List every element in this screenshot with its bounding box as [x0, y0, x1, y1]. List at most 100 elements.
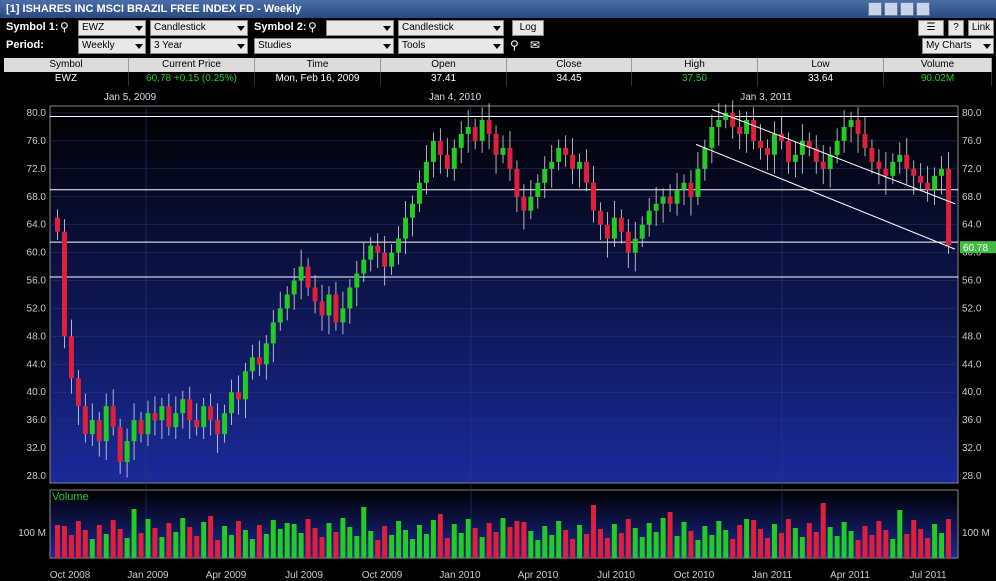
- chat-icon[interactable]: ✉: [530, 38, 540, 52]
- col-header: Open: [381, 58, 507, 72]
- candle: [347, 287, 353, 309]
- volume-bar: [841, 522, 847, 558]
- candle: [173, 413, 179, 428]
- volume-bar: [361, 507, 367, 558]
- range-select[interactable]: 3 Year: [150, 38, 248, 54]
- candle: [625, 231, 631, 253]
- col-header: Volume: [884, 58, 992, 72]
- candle: [563, 147, 569, 155]
- x-axis-label: Jan 2011: [752, 570, 793, 581]
- candle: [361, 259, 367, 274]
- chart-area[interactable]: 80.0 80.0 76.0 76.0 72.0 72.0 68.0 68.0 64.0 64.0…: [0, 88, 996, 581]
- candle: [166, 406, 172, 428]
- candle: [368, 245, 374, 260]
- candle: [521, 196, 527, 211]
- volume-bar: [347, 527, 353, 558]
- candle: [354, 273, 360, 288]
- candle: [61, 231, 67, 337]
- volume-bar: [514, 521, 520, 558]
- candle: [632, 238, 638, 253]
- candle: [883, 168, 889, 176]
- volume-bar: [611, 524, 617, 558]
- volume-bar: [695, 540, 701, 558]
- y-tick-label-left: 28.0: [27, 471, 47, 482]
- candle: [772, 133, 777, 155]
- help-button[interactable]: ?: [948, 20, 964, 36]
- candle: [848, 119, 854, 127]
- volume-bar: [479, 537, 485, 558]
- col-header: High: [632, 58, 758, 72]
- chart-type2-select[interactable]: Candlestick: [398, 20, 504, 36]
- zoom-icon[interactable]: ⚲: [510, 38, 519, 52]
- volume-bar: [472, 528, 478, 558]
- volume-bar: [493, 532, 499, 558]
- volume-bar: [737, 525, 743, 558]
- volume-bar: [145, 519, 151, 558]
- symbol1-input[interactable]: EWZ: [78, 20, 146, 36]
- volume-bar: [939, 533, 945, 558]
- volume-bar: [778, 533, 784, 558]
- y-tick-label-right: 68.0: [962, 192, 982, 203]
- candle: [660, 196, 666, 204]
- log-button[interactable]: Log: [512, 20, 544, 36]
- candle: [946, 168, 951, 246]
- candle: [688, 182, 694, 197]
- minimize-button[interactable]: [868, 2, 882, 16]
- price-chart[interactable]: 80.0 80.0 76.0 76.0 72.0 72.0 68.0 68.0 64.0 64.0…: [0, 88, 996, 581]
- my-charts-select[interactable]: My Charts: [922, 38, 994, 54]
- close-button[interactable]: [916, 2, 930, 16]
- chart-type1-select[interactable]: Candlestick: [150, 20, 248, 36]
- volume-bar: [646, 523, 652, 558]
- volume-bar: [416, 525, 422, 558]
- volume-bar: [820, 503, 826, 558]
- volume-bar: [458, 533, 464, 558]
- top-date-label: Jan 5, 2009: [104, 92, 157, 103]
- candle: [918, 175, 924, 183]
- volume-bar: [437, 514, 443, 558]
- volume-bar: [688, 531, 694, 558]
- candle: [249, 357, 255, 372]
- search-icon-2[interactable]: ⚲: [308, 20, 317, 34]
- volume-bar: [744, 519, 750, 558]
- candle: [403, 217, 409, 239]
- volume-bar: [911, 520, 917, 558]
- volume-bar: [890, 539, 896, 558]
- volume-bar: [604, 538, 610, 558]
- y-tick-label-left: 64.0: [27, 220, 47, 231]
- volume-bar: [570, 539, 576, 558]
- top-date-label: Jan 3, 2011: [740, 92, 792, 103]
- candle: [862, 133, 868, 148]
- candle: [591, 182, 596, 211]
- volume-bar: [194, 536, 200, 558]
- volume-bar: [451, 524, 457, 558]
- candle: [542, 168, 548, 183]
- candle: [416, 182, 422, 204]
- volume-bar: [827, 527, 833, 558]
- x-axis-label: Jan 2009: [127, 570, 169, 581]
- search-icon[interactable]: ⚲: [60, 20, 69, 34]
- volume-bar: [382, 526, 388, 558]
- candle: [897, 154, 903, 162]
- volume-bar: [946, 519, 951, 558]
- volume-bar: [166, 523, 172, 558]
- candle: [444, 154, 450, 169]
- volume-bar: [702, 526, 708, 558]
- volume-bar: [444, 538, 450, 558]
- x-axis-label: Apr 2011: [830, 570, 870, 581]
- restore-button[interactable]: [900, 2, 914, 16]
- period-select[interactable]: Weekly: [78, 38, 146, 54]
- volume-bar: [897, 510, 903, 558]
- symbol2-input[interactable]: [326, 20, 394, 36]
- menu-button[interactable]: ☰: [918, 20, 944, 36]
- link-button[interactable]: Link: [968, 20, 994, 36]
- volume-bar: [932, 524, 938, 558]
- quote-time: Mon, Feb 16, 2009: [255, 72, 381, 86]
- volume-bar: [159, 537, 165, 558]
- maximize-button[interactable]: [884, 2, 898, 16]
- tools-select[interactable]: Tools: [398, 38, 504, 54]
- candle: [785, 140, 791, 162]
- studies-select[interactable]: Studies: [254, 38, 394, 54]
- candle: [124, 441, 130, 463]
- volume-bar: [660, 518, 666, 558]
- candle: [312, 287, 318, 302]
